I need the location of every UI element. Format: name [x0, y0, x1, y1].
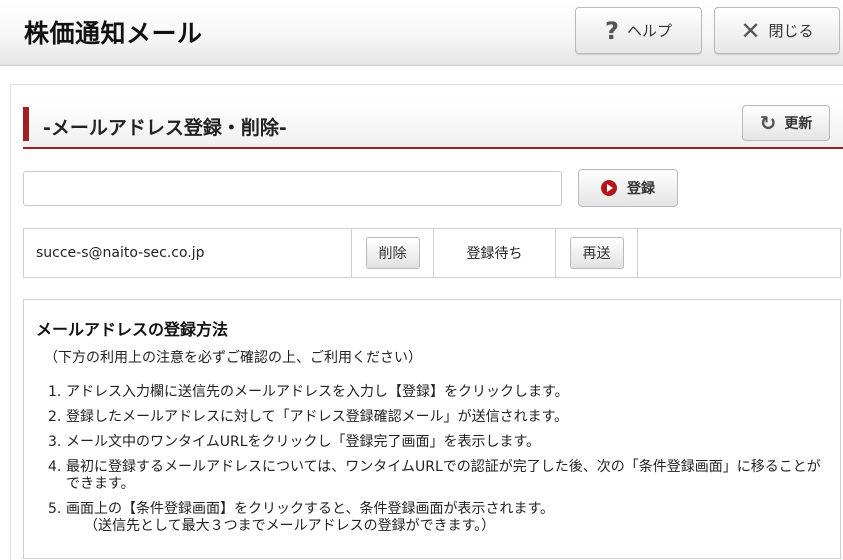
step-item: 4. 最初に登録するメールアドレスについては、ワンタイムURLでの認証が完了した… [48, 459, 828, 493]
email-address-input[interactable] [23, 171, 562, 206]
instruction-steps: 1. アドレス入力欄に送信先のメールアドレスを入力し【登録】をクリックします。 … [48, 384, 828, 543]
step-subtext: （送信先として最大３つまでメールアドレスの登録ができます。） [84, 518, 496, 534]
help-label: ヘルプ [626, 22, 672, 40]
instructions-title: メールアドレスの登録方法 [36, 320, 229, 339]
step-text: 最初に登録するメールアドレスについては、ワンタイムURLでの認証が完了した後、次… [66, 459, 821, 492]
app-header: 株価通知メール ? ヘルプ ✕ 閉じる [0, 0, 843, 66]
help-button[interactable]: ? ヘルプ [575, 7, 702, 54]
resend-cell: 再送 [556, 229, 638, 277]
delete-cell: 削除 [352, 229, 434, 277]
register-label: 登録 [627, 181, 655, 197]
delete-button[interactable]: 削除 [365, 237, 420, 269]
registration-instructions: メールアドレスの登録方法 （下方の利用上の注意を必ずご確認の上、ご利用ください）… [23, 299, 841, 559]
step-item: 2. 登録したメールアドレスに対して「アドレス登録確認メール」が送信されます。 [48, 409, 828, 426]
section-accent-bar [23, 107, 29, 141]
registered-address-row: succe-s@naito-sec.co.jp 削除 登録待ち 再送 [23, 228, 841, 278]
step-text-group: 画面上の【条件登録画面】をクリックすると、条件登録画面が表示されます。 （送信先… [66, 501, 828, 535]
step-text: 画面上の【条件登録画面】をクリックすると、条件登録画面が表示されます。 [66, 501, 555, 517]
resend-button[interactable]: 再送 [569, 237, 624, 269]
step-text: 登録したメールアドレスに対して「アドレス登録確認メール」が送信されます。 [66, 409, 569, 425]
refresh-label: 更新 [784, 116, 813, 132]
step-number: 3. [48, 434, 62, 450]
empty-cell [638, 229, 840, 277]
register-button[interactable]: 登録 [578, 169, 678, 207]
step-number: 1. [48, 384, 62, 400]
section-title: -メールアドレス登録・削除- [43, 117, 287, 139]
registered-email: succe-s@naito-sec.co.jp [24, 229, 352, 277]
section-header: -メールアドレス登録・削除- ↻ 更新 [23, 101, 843, 149]
email-registration-section: -メールアドレス登録・削除- ↻ 更新 登録 succe-s@naito-sec… [10, 84, 843, 560]
instructions-note: （下方の利用上の注意を必ずご確認の上、ご利用ください） [44, 350, 422, 366]
close-label: 閉じる [768, 22, 814, 40]
step-number: 4. [48, 459, 62, 475]
close-button[interactable]: ✕ 閉じる [714, 7, 840, 54]
question-icon: ? [605, 16, 619, 45]
play-icon [601, 180, 617, 196]
step-item: 3. メール文中のワンタイムURLをクリックし「登録完了画面」を表示します。 [48, 434, 828, 451]
step-text: アドレス入力欄に送信先のメールアドレスを入力し【登録】をクリックします。 [66, 384, 569, 400]
refresh-button[interactable]: ↻ 更新 [742, 105, 830, 141]
registration-status: 登録待ち [434, 229, 556, 277]
step-item: 1. アドレス入力欄に送信先のメールアドレスを入力し【登録】をクリックします。 [48, 384, 828, 401]
step-number: 5. [48, 501, 62, 517]
step-item: 5. 画面上の【条件登録画面】をクリックすると、条件登録画面が表示されます。 （… [48, 501, 828, 535]
close-icon: ✕ [740, 16, 761, 45]
app-title: 株価通知メール [24, 19, 203, 48]
step-number: 2. [48, 409, 62, 425]
refresh-icon: ↻ [759, 111, 777, 135]
step-text: メール文中のワンタイムURLをクリックし「登録完了画面」を表示します。 [66, 434, 541, 450]
